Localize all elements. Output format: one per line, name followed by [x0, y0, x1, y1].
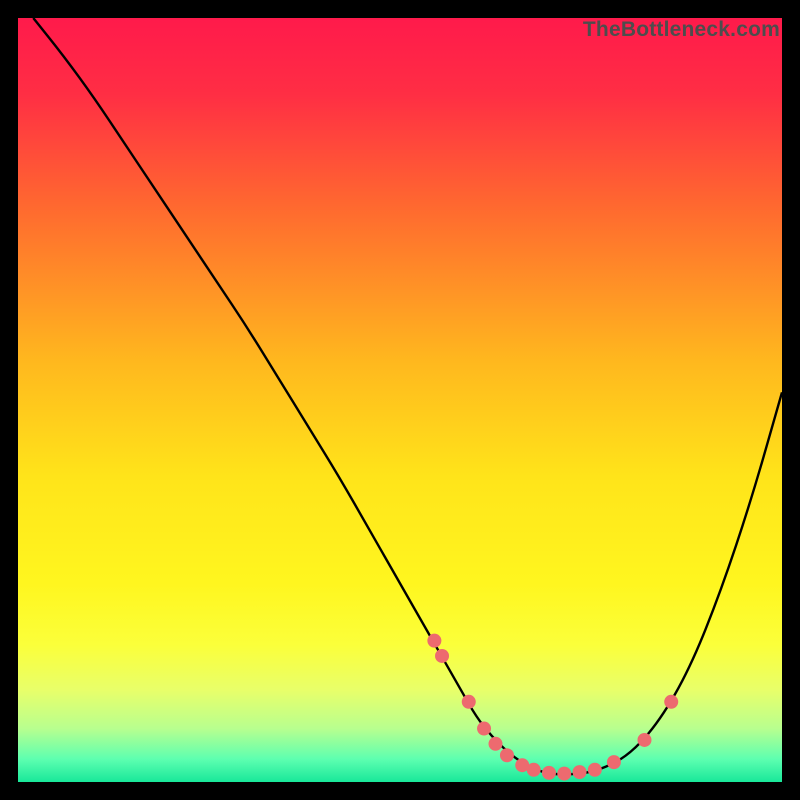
watermark-text: TheBottleneck.com — [583, 18, 780, 42]
marker-point — [637, 733, 651, 747]
chart-background — [18, 18, 782, 782]
marker-point — [607, 755, 621, 769]
marker-point — [500, 748, 514, 762]
chart-svg — [18, 18, 782, 782]
marker-point — [477, 722, 491, 736]
marker-point — [557, 767, 571, 781]
marker-point — [542, 766, 556, 780]
marker-point — [462, 695, 476, 709]
marker-point — [435, 649, 449, 663]
marker-point — [427, 634, 441, 648]
marker-point — [527, 763, 541, 777]
marker-point — [573, 765, 587, 779]
marker-point — [588, 763, 602, 777]
chart-frame: TheBottleneck.com — [18, 18, 782, 782]
marker-point — [664, 695, 678, 709]
marker-point — [489, 737, 503, 751]
